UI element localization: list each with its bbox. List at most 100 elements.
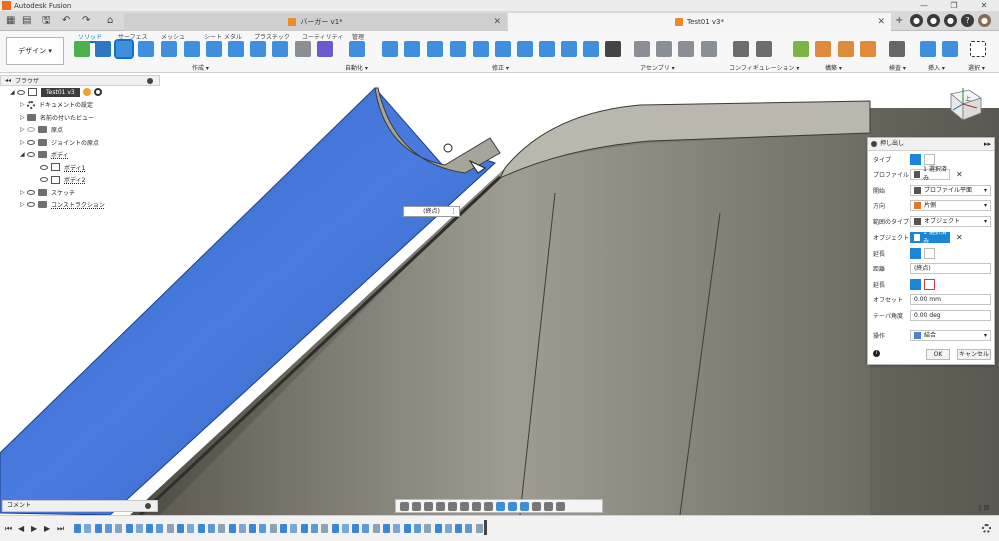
timeline-feature-icon[interactable]	[259, 524, 267, 533]
configure-icon[interactable]	[733, 41, 749, 57]
timeline-feature-icon[interactable]	[104, 524, 112, 533]
avatar[interactable]: ●	[978, 14, 991, 27]
group-select[interactable]: 選択 ▾	[968, 63, 985, 72]
group-create[interactable]: 作成 ▾	[192, 63, 209, 72]
shell-icon[interactable]	[450, 41, 466, 57]
timeline-feature-icon[interactable]	[84, 524, 92, 533]
timeline-feature-icon[interactable]	[383, 524, 390, 533]
profile-selector[interactable]: 1 選択済み	[910, 166, 950, 182]
split-body-icon[interactable]	[583, 41, 599, 57]
pin-icon[interactable]	[871, 141, 877, 147]
add-comment-icon[interactable]	[145, 503, 151, 509]
close-button[interactable]: ✕	[969, 0, 999, 11]
timeline-feature-icon[interactable]	[166, 524, 174, 533]
timeline-feature-icon[interactable]	[197, 524, 205, 533]
manipulator-dot[interactable]	[443, 143, 453, 153]
as-built-joint-icon[interactable]	[656, 41, 672, 57]
extend-minimum-icon[interactable]	[910, 278, 921, 290]
timeline-feature-icon[interactable]	[207, 524, 215, 533]
info-icon[interactable]: i	[873, 350, 880, 357]
offset-field[interactable]: 0.00 mm	[910, 293, 991, 305]
file-menu-icon[interactable]: ▤	[22, 15, 31, 27]
timeline-feature-icon[interactable]	[403, 524, 411, 533]
tab-burger[interactable]: バーガー v1* ✕	[124, 13, 507, 31]
visibility-icon[interactable]	[17, 89, 25, 95]
object-selector[interactable]: 1 選択済み	[910, 229, 950, 245]
rib-icon[interactable]	[206, 41, 222, 57]
type-solid-icon[interactable]	[910, 153, 921, 165]
select-icon[interactable]	[970, 41, 986, 57]
dialog-header[interactable]: 押し出し ▸▸	[868, 138, 994, 151]
tree-item-body1[interactable]: ボディ1	[0, 161, 160, 174]
timeline-feature-icon[interactable]	[269, 524, 277, 533]
group-insert[interactable]: 挿入 ▾	[928, 63, 945, 72]
select-body-icon[interactable]	[496, 501, 505, 511]
insert-derive-icon[interactable]	[920, 41, 936, 57]
pattern-icon[interactable]	[250, 41, 266, 57]
section-icon[interactable]	[532, 501, 541, 511]
timeline-feature-icon[interactable]	[444, 524, 452, 533]
group-configure[interactable]: コンフィギュレーション ▾	[729, 63, 799, 72]
timeline-feature-icon[interactable]	[125, 524, 133, 533]
home-icon[interactable]: ⌂	[107, 15, 113, 27]
tree-item-bodies[interactable]: ◢ ボディ	[0, 149, 160, 162]
tree-item-document-settings[interactable]: ▷ ドキュメントの設定	[0, 99, 160, 112]
warning-icon[interactable]	[82, 88, 91, 97]
orbit-icon[interactable]	[400, 501, 409, 511]
extend-faces-icon[interactable]	[910, 247, 921, 259]
shaded-icon[interactable]	[556, 501, 565, 511]
visibility-icon[interactable]	[27, 202, 35, 208]
visibility-icon[interactable]	[27, 127, 35, 133]
pan-icon[interactable]	[424, 501, 433, 511]
grid-settings-icon[interactable]	[472, 501, 481, 511]
visibility-icon[interactable]	[27, 152, 35, 158]
select-face-icon[interactable]	[508, 501, 517, 511]
expand-icon[interactable]: ▷	[20, 114, 27, 121]
sweep-icon[interactable]	[161, 41, 177, 57]
timeline-feature-icon[interactable]	[177, 524, 184, 533]
add-tab-icon[interactable]: +	[895, 15, 903, 27]
grid-icon[interactable]: ▦	[6, 15, 15, 27]
chamfer-icon[interactable]	[427, 41, 443, 57]
joint-origin-icon[interactable]	[678, 41, 694, 57]
display-settings-icon[interactable]	[460, 501, 469, 511]
go-to-start-icon[interactable]: ⏮	[5, 524, 12, 534]
timeline-feature-icon[interactable]	[455, 524, 463, 533]
expand-icon[interactable]: ▷	[20, 189, 27, 196]
browser-header[interactable]: ◂◂ ブラウザ	[0, 75, 160, 86]
split-face-icon[interactable]	[561, 41, 577, 57]
insert-canvas-icon[interactable]	[942, 41, 958, 57]
timeline-feature-icon[interactable]	[393, 524, 401, 533]
timeline-feature-icon[interactable]	[187, 524, 195, 533]
look-at-icon[interactable]	[412, 501, 421, 511]
press-pull-icon[interactable]	[382, 41, 398, 57]
thicken-icon[interactable]	[295, 41, 311, 57]
timeline-marker[interactable]	[484, 520, 487, 535]
draft-icon[interactable]	[473, 41, 489, 57]
timeline-feature-icon[interactable]	[238, 524, 246, 533]
scale-icon[interactable]	[495, 41, 511, 57]
expand-dialog-icon[interactable]: ▸▸	[984, 138, 991, 150]
group-inspect[interactable]: 検査 ▾	[889, 63, 906, 72]
ok-button[interactable]: OK	[926, 349, 950, 360]
help-icon[interactable]: ?	[961, 14, 974, 27]
job-status-icon[interactable]: ●	[927, 14, 940, 27]
expand-icon[interactable]: ▷	[20, 126, 27, 133]
comments-panel[interactable]: コメント	[2, 500, 158, 512]
minimize-button[interactable]: —	[909, 0, 939, 11]
cancel-button[interactable]: キャンセル	[957, 349, 991, 360]
gear-icon[interactable]	[982, 524, 991, 533]
extent-dropdown[interactable]: オブジェクト ▾	[910, 215, 991, 227]
pattern2-icon[interactable]	[272, 41, 288, 57]
automate-icon[interactable]	[349, 41, 365, 57]
timeline-feature-icon[interactable]	[146, 524, 154, 533]
timeline-feature-icon[interactable]	[218, 524, 226, 533]
tab-sheet-metal[interactable]: シート メタル	[204, 32, 242, 41]
play-icon[interactable]: ▶	[31, 524, 37, 533]
view-cube[interactable]: 上	[937, 80, 987, 124]
start-dropdown[interactable]: プロファイル平面 ▾	[910, 184, 991, 196]
distance-input[interactable]: (終点) ⋮	[403, 206, 460, 217]
timeline-feature-icon[interactable]	[352, 524, 360, 533]
expand-icon[interactable]: ▷	[20, 201, 27, 208]
direction-dropdown[interactable]: 片側 ▾	[910, 199, 991, 211]
